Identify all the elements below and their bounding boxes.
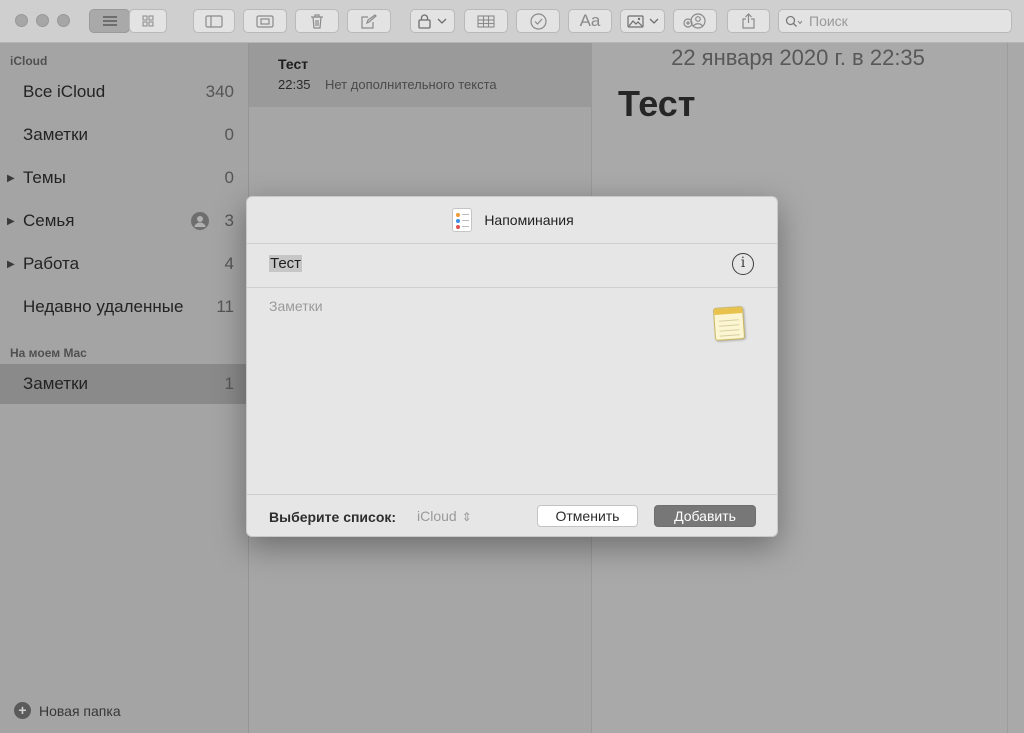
- format-text-icon: Aa: [579, 11, 601, 30]
- toggle-sidebar-button[interactable]: [193, 9, 235, 33]
- close-window-button[interactable]: [15, 14, 28, 27]
- plus-circle-icon: +: [14, 702, 31, 719]
- sidebar-item-label: Заметки: [23, 374, 89, 393]
- cancel-button[interactable]: Отменить: [537, 505, 638, 527]
- sidebar-item-count: 11: [216, 297, 234, 316]
- attachments-icon: [256, 14, 274, 28]
- reminder-title-value[interactable]: Тест: [269, 255, 303, 272]
- search-field[interactable]: [778, 9, 1012, 33]
- sidebar-item-label: Семья: [23, 211, 75, 230]
- reminder-title-field[interactable]: Тест i: [247, 243, 777, 288]
- sidebar-item-count: 3: [224, 211, 234, 230]
- note-preview: Нет дополнительного текста: [325, 77, 497, 92]
- sidebar-item-count: 1: [224, 374, 234, 393]
- note-heading[interactable]: Тест: [618, 83, 695, 125]
- sidebar-item-count: 340: [205, 82, 234, 101]
- list-view-button[interactable]: [89, 9, 130, 33]
- sidebar-item-label: Недавно удаленные: [23, 297, 184, 316]
- gallery-view-button[interactable]: [129, 9, 167, 33]
- sidebar-item-count: 4: [224, 254, 234, 273]
- note-time: 22:35: [278, 77, 311, 92]
- disclosure-triangle-icon[interactable]: ▶: [7, 173, 15, 184]
- sidebar-item-topics[interactable]: ▶ Темы 0: [0, 158, 248, 198]
- photo-icon: [626, 14, 644, 28]
- info-icon[interactable]: i: [732, 253, 754, 275]
- zoom-window-button[interactable]: [57, 14, 70, 27]
- sidebar-item-count: 0: [224, 168, 234, 187]
- disclosure-triangle-icon[interactable]: ▶: [7, 259, 15, 270]
- sidebar-item-label: Все iCloud: [23, 82, 106, 101]
- sidebar: iCloud Все iCloud 340 Заметки 0 ▶ Темы 0…: [0, 43, 249, 733]
- minimize-window-button[interactable]: [36, 14, 49, 27]
- checkmark-circle-icon: [529, 12, 547, 30]
- sidebar-icon: [205, 14, 223, 28]
- trash-icon: [311, 13, 323, 29]
- note-date: 22 января 2020 г. в 22:35: [671, 45, 925, 70]
- note-title: Тест: [278, 56, 309, 72]
- reminder-notes-field[interactable]: Заметки: [247, 288, 777, 495]
- list-icon: [102, 16, 117, 26]
- share-icon: [742, 13, 755, 29]
- sidebar-item-notes-icloud[interactable]: Заметки 0: [0, 115, 248, 155]
- add-button[interactable]: Добавить: [654, 505, 756, 527]
- reminders-app-icon: [452, 208, 473, 232]
- lock-menu-button[interactable]: [410, 9, 455, 33]
- list-select[interactable]: iCloud ⇕: [417, 508, 472, 524]
- search-input[interactable]: [807, 12, 991, 30]
- share-button[interactable]: [727, 9, 770, 33]
- attachments-browser-button[interactable]: [243, 9, 287, 33]
- format-button[interactable]: Aa: [568, 9, 612, 33]
- disclosure-triangle-icon[interactable]: ▶: [7, 216, 15, 227]
- sidebar-item-work[interactable]: ▶ Работа 4: [0, 244, 248, 284]
- lock-icon: [418, 13, 431, 29]
- dialog-header: Напоминания: [247, 197, 777, 244]
- search-icon: [785, 15, 803, 27]
- shared-folder-icon: [191, 212, 209, 230]
- reminders-dialog: Напоминания Тест i Заметки Выберите спис…: [246, 196, 778, 537]
- sidebar-item-label: Темы: [23, 168, 66, 187]
- new-folder-label: Новая папка: [39, 702, 121, 719]
- new-note-button[interactable]: [347, 9, 391, 33]
- table-button[interactable]: [464, 9, 508, 33]
- sidebar-item-all-icloud[interactable]: Все iCloud 340: [0, 72, 248, 112]
- section-header-on-my-mac: На моем Mac: [10, 346, 87, 360]
- table-icon: [477, 14, 495, 28]
- section-header-icloud: iCloud: [10, 54, 48, 68]
- sidebar-item-notes-mac[interactable]: Заметки 1: [0, 364, 248, 404]
- list-select-value: iCloud: [417, 508, 457, 524]
- toolbar: Aa: [0, 0, 1024, 43]
- chevron-down-icon: [649, 18, 658, 24]
- new-folder-button[interactable]: + Новая папка: [14, 702, 121, 719]
- sidebar-item-label: Работа: [23, 254, 80, 273]
- add-people-icon: [683, 13, 706, 29]
- chevron-down-icon: [437, 18, 447, 24]
- updown-chevron-icon: ⇕: [461, 510, 472, 524]
- dialog-title: Напоминания: [484, 212, 574, 228]
- sidebar-item-recently-deleted[interactable]: Недавно удаленные 11: [0, 287, 248, 327]
- divider: [1007, 43, 1008, 733]
- delete-button[interactable]: [295, 9, 339, 33]
- sidebar-item-label: Заметки: [23, 125, 89, 144]
- grid-icon: [142, 15, 154, 27]
- media-menu-button[interactable]: [620, 9, 665, 33]
- list-item[interactable]: Тест 22:35 Нет дополнительного текста: [249, 43, 591, 107]
- notes-app-icon: [712, 305, 746, 342]
- sidebar-item-count: 0: [224, 125, 234, 144]
- add-people-button[interactable]: [673, 9, 717, 33]
- sidebar-item-family[interactable]: ▶ Семья 3: [0, 201, 248, 241]
- notes-window: Aa iCloud Все iCloud 340 Заметки 0 ▶: [0, 0, 1024, 733]
- notes-placeholder: Заметки: [269, 298, 323, 314]
- list-select-label: Выберите список:: [269, 509, 397, 525]
- compose-icon: [361, 13, 377, 29]
- checklist-button[interactable]: [516, 9, 560, 33]
- dialog-footer: Выберите список: iCloud ⇕ Отменить Добави…: [247, 495, 777, 536]
